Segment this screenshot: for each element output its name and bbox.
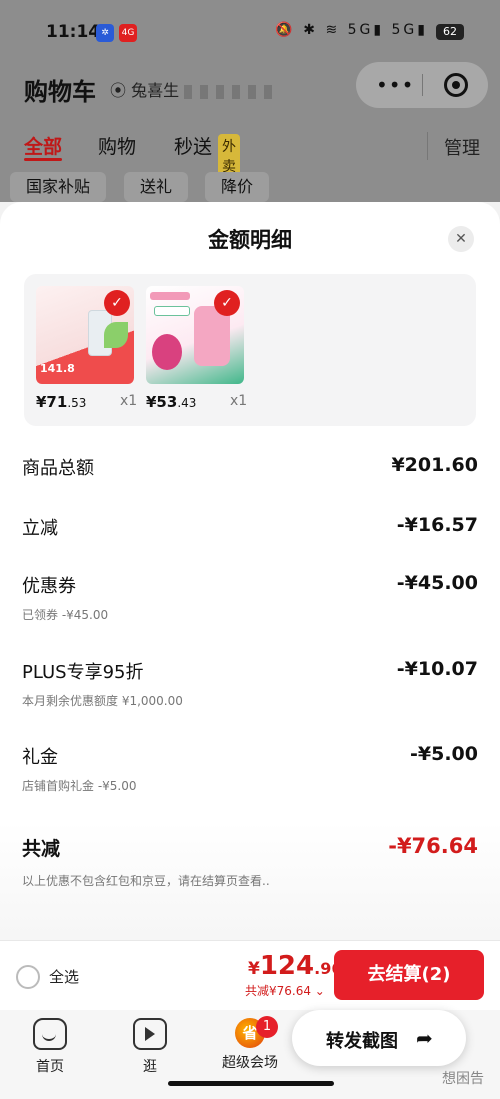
row-sub: 店铺首购礼金 -¥5.00 bbox=[22, 779, 137, 793]
leaf-shape bbox=[104, 322, 128, 348]
sheet-title: 金额明细 bbox=[208, 228, 292, 252]
selected-check-icon[interactable]: ✓ bbox=[104, 290, 130, 316]
product-thumbnail: ✓ bbox=[146, 286, 244, 384]
manage-divider bbox=[427, 132, 428, 160]
app-blue-icon: ✲ bbox=[96, 24, 114, 42]
status-bar: 11:14 ✲ 4G 🔕 ✱ ≋ 5G▮ 5G▮ 62 bbox=[0, 0, 500, 62]
total-value: -¥76.64 bbox=[388, 834, 478, 858]
pay-price: ¥124.96 bbox=[248, 951, 343, 981]
tabbar-home[interactable]: 首页 bbox=[10, 1018, 90, 1076]
bear-shape bbox=[152, 334, 182, 370]
app-red-icon: 4G bbox=[119, 24, 137, 42]
close-target-icon[interactable] bbox=[444, 73, 468, 97]
select-all-radio[interactable] bbox=[16, 965, 40, 989]
battery-icon: 62 bbox=[436, 24, 464, 40]
row-value: -¥16.57 bbox=[396, 514, 478, 536]
mini-program-capsule: ••• bbox=[356, 62, 488, 108]
filter-gift[interactable]: 送礼 bbox=[124, 172, 189, 202]
page-title: 购物车 bbox=[24, 78, 96, 106]
selected-check-icon[interactable]: ✓ bbox=[214, 290, 240, 316]
product-thumbnail: 141.8 ✓ bbox=[36, 286, 134, 384]
filter-price-drop[interactable]: 降价 bbox=[205, 172, 270, 202]
location[interactable]: ⦿ 兔喜生 bbox=[110, 77, 275, 101]
close-button[interactable]: ✕ bbox=[448, 226, 474, 252]
thumb-price: 141.8 bbox=[40, 362, 75, 375]
select-all-label[interactable]: 全选 bbox=[49, 966, 79, 987]
cart-header: 购物车 ⦿ 兔喜生 ••• 全部 购物 秒送 外卖 管理 国家补贴 送礼 降价 bbox=[0, 62, 500, 202]
tabbar-label: 逛 bbox=[143, 1059, 157, 1075]
row-value: -¥5.00 bbox=[410, 743, 478, 765]
more-icon[interactable]: ••• bbox=[376, 73, 414, 97]
notification-badge: 1 bbox=[256, 1016, 278, 1038]
row-label: PLUS专享95折 bbox=[22, 662, 144, 683]
row-value: ¥201.60 bbox=[391, 454, 478, 476]
tab-instant[interactable]: 秒送 bbox=[174, 132, 212, 159]
product-qty: x1 bbox=[120, 393, 138, 409]
tag-shape bbox=[150, 292, 190, 300]
product-qty: x1 bbox=[230, 393, 248, 409]
forward-label: 转发截图 bbox=[326, 1031, 398, 1052]
product-item[interactable]: 141.8 ✓ ¥71.53 x1 bbox=[36, 286, 146, 411]
row-sub: 已领券 -¥45.00 bbox=[22, 608, 109, 622]
product-item[interactable]: ✓ ¥53.43 x1 bbox=[146, 286, 256, 411]
row-value: -¥45.00 bbox=[396, 572, 478, 594]
watermark: 想困告 bbox=[442, 1071, 484, 1087]
product-list: 141.8 ✓ ¥71.53 x1 ✓ ¥53.43 x1 bbox=[24, 274, 476, 426]
close-icon: ✕ bbox=[455, 231, 467, 247]
discount-note: 以上优惠不包含红包和京豆，请在结算页查看.. bbox=[22, 874, 270, 888]
row-label: 商品总额 bbox=[22, 458, 94, 479]
location-pin-icon: ⦿ bbox=[110, 81, 127, 100]
share-arrow-icon: ➦ bbox=[416, 1026, 433, 1050]
tab-underline bbox=[24, 158, 62, 161]
checkout-button[interactable]: 去结算(2) bbox=[334, 950, 484, 1000]
total-label: 共减 bbox=[22, 838, 61, 860]
filter-national-subsidy[interactable]: 国家补贴 bbox=[10, 172, 107, 202]
status-icons: 🔕 ✱ ≋ 5G▮ 5G▮ bbox=[275, 22, 428, 38]
home-indicator bbox=[168, 1081, 334, 1086]
row-label: 优惠券 bbox=[22, 576, 76, 597]
product-price: ¥53.43 bbox=[146, 393, 197, 411]
row-sub: 本月剩余优惠额度 ¥1,000.00 bbox=[22, 694, 183, 708]
location-text: 兔喜生 bbox=[131, 81, 180, 100]
tabbar-label: 超级会场 bbox=[222, 1055, 278, 1071]
discount-toggle[interactable]: 共减¥76.64 ⌄ bbox=[245, 982, 325, 999]
row-label: 立减 bbox=[22, 518, 58, 539]
status-time: 11:14 bbox=[46, 22, 101, 42]
home-icon bbox=[33, 1018, 67, 1050]
row-value: -¥10.07 bbox=[396, 658, 478, 680]
tabbar-label: 首页 bbox=[36, 1059, 64, 1075]
capsule-divider bbox=[422, 74, 423, 96]
tabbar-browse[interactable]: 逛 bbox=[110, 1018, 190, 1076]
manage-button[interactable]: 管理 bbox=[444, 134, 480, 160]
tab-all-label: 全部 bbox=[24, 136, 63, 158]
checkout-bar: 全选 ¥124.96 共减¥76.64 ⌄ 去结算(2) bbox=[0, 940, 500, 1011]
play-icon bbox=[133, 1018, 167, 1050]
product-price: ¥71.53 bbox=[36, 393, 87, 411]
tab-shopping[interactable]: 购物 bbox=[98, 132, 136, 159]
tag-shape bbox=[154, 306, 190, 316]
tab-all[interactable]: 全部 bbox=[24, 132, 63, 161]
tabbar-super-venue[interactable]: 省 1 超级会场 bbox=[210, 1016, 290, 1072]
row-label: 礼金 bbox=[22, 747, 58, 768]
forward-screenshot-button[interactable]: 转发截图 ➦ bbox=[292, 1010, 466, 1066]
location-redacted bbox=[184, 84, 275, 99]
